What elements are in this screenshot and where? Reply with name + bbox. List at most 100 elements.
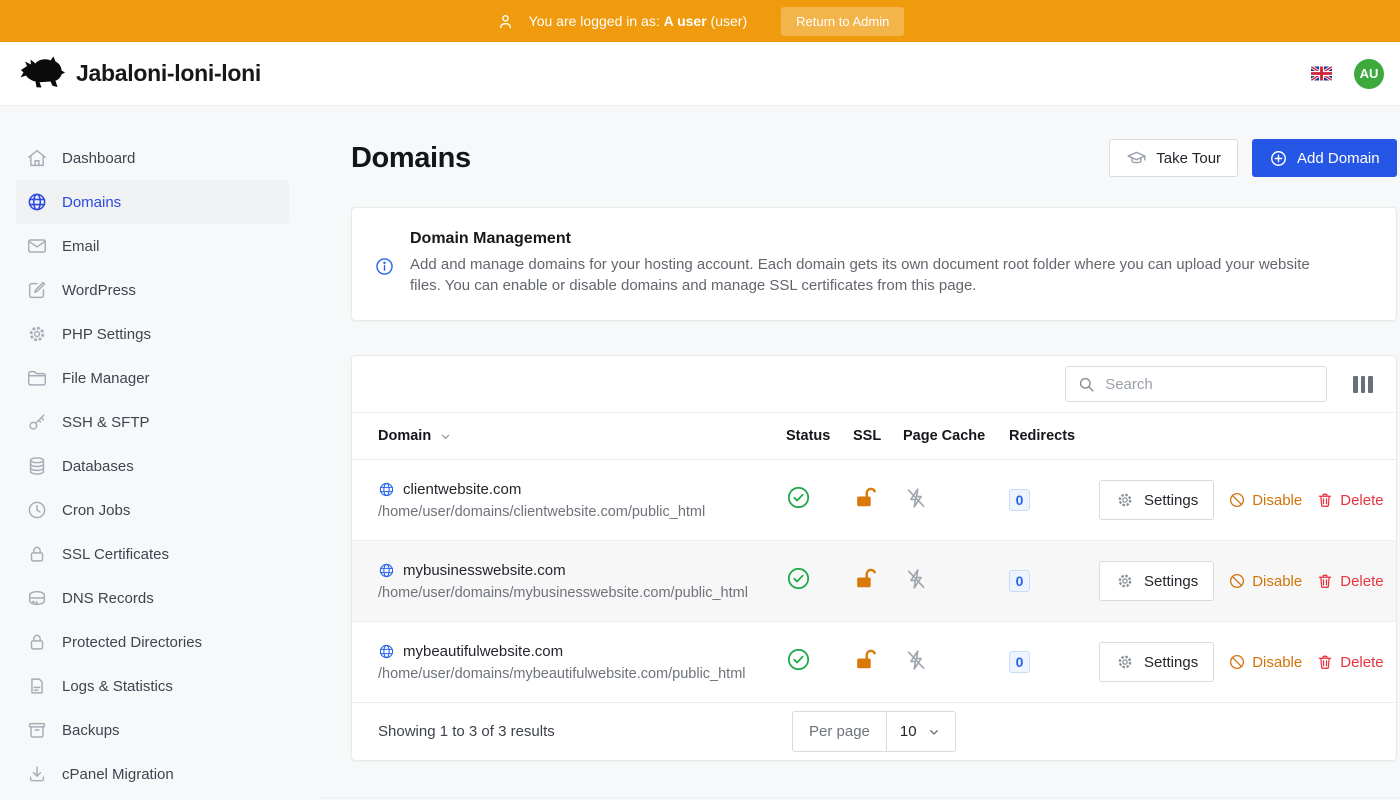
return-to-admin-button[interactable]: Return to Admin (781, 7, 904, 36)
delete-button[interactable]: Delete (1316, 572, 1383, 590)
lock-icon (26, 543, 48, 565)
sidebar-item-databases[interactable]: Databases (16, 444, 289, 488)
info-icon (374, 256, 395, 296)
settings-button[interactable]: Settings (1099, 480, 1214, 520)
sidebar-item-label: Protected Directories (62, 634, 202, 651)
sidebar-item-label: File Manager (62, 370, 150, 387)
domain-path: /home/user/domains/mybeautifulwebsite.co… (378, 666, 786, 682)
take-tour-button[interactable]: Take Tour (1109, 139, 1238, 177)
sidebar-item-label: Cron Jobs (62, 502, 130, 519)
add-domain-button[interactable]: Add Domain (1252, 139, 1397, 177)
column-header-domain[interactable]: Domain (352, 428, 786, 444)
sidebar-item-backups[interactable]: Backups (16, 708, 289, 752)
globe-icon (378, 643, 395, 660)
sidebar-item-dns-records[interactable]: DNS Records (16, 576, 289, 620)
sidebar-item-ssl-certificates[interactable]: SSL Certificates (16, 532, 289, 576)
document-icon (26, 675, 48, 697)
mail-icon (26, 235, 48, 257)
sidebar-item-label: SSL Certificates (62, 546, 169, 563)
sidebar-item-label: SSH & SFTP (62, 414, 150, 431)
per-page-value: 10 (900, 723, 917, 740)
column-header-status: Status (786, 428, 853, 444)
trash-icon (1316, 572, 1334, 590)
sidebar-item-dashboard[interactable]: Dashboard (16, 136, 289, 180)
sidebar-item-label: DNS Records (62, 590, 154, 607)
banner-prefix: You are logged in as: (529, 13, 660, 29)
sidebar-item-ssh-sftp[interactable]: SSH & SFTP (16, 400, 289, 444)
trash-icon (1316, 491, 1334, 509)
table-footer: Showing 1 to 3 of 3 results Per page 10 (352, 703, 1396, 760)
settings-button[interactable]: Settings (1099, 561, 1214, 601)
sidebar-item-protected-directories[interactable]: Protected Directories (16, 620, 289, 664)
ban-icon (1228, 491, 1246, 509)
sidebar-item-label: Databases (62, 458, 134, 475)
user-avatar[interactable]: AU (1354, 59, 1384, 89)
sidebar-item-wordpress[interactable]: WordPress (16, 268, 289, 312)
brand-title: Jabaloni-loni-loni (76, 60, 261, 87)
domain-name[interactable]: mybeautifulwebsite.com (403, 643, 563, 660)
sidebar-item-file-manager[interactable]: File Manager (16, 356, 289, 400)
ban-icon (1228, 653, 1246, 671)
column-header-redirects: Redirects (1009, 428, 1099, 444)
brand[interactable]: Jabaloni-loni-loni (16, 51, 261, 96)
banner-user-role: (user) (711, 13, 748, 29)
page-cache-disabled-icon[interactable] (903, 485, 929, 511)
globe-icon (378, 562, 395, 579)
columns-toggle-icon[interactable] (1353, 376, 1372, 393)
take-tour-label: Take Tour (1156, 150, 1221, 167)
sidebar-item-label: WordPress (62, 282, 136, 299)
info-box-description: Add and manage domains for your hosting … (410, 255, 1320, 296)
chevron-down-icon (926, 724, 942, 740)
search-input[interactable] (1105, 376, 1315, 393)
disable-button[interactable]: Disable (1228, 572, 1302, 590)
disable-button[interactable]: Disable (1228, 653, 1302, 671)
domain-name[interactable]: mybusinesswebsite.com (403, 562, 566, 579)
redirects-count-badge[interactable]: 0 (1009, 651, 1030, 673)
language-flag-icon[interactable] (1311, 66, 1332, 81)
banner-text: You are logged in as: A user (user) (529, 13, 747, 29)
domain-path: /home/user/domains/mybusinesswebsite.com… (378, 585, 786, 601)
per-page-select[interactable]: Per page 10 (792, 711, 956, 752)
home-icon (26, 147, 48, 169)
domain-management-info-box: Domain Management Add and manage domains… (351, 207, 1397, 321)
table-row: clientwebsite.com /home/user/domains/cli… (352, 460, 1396, 541)
info-box-title: Domain Management (410, 230, 1320, 248)
status-enabled-icon (786, 485, 811, 510)
globe-icon (378, 481, 395, 498)
ssl-unlocked-icon[interactable] (853, 566, 878, 591)
table-header-row: Domain Status SSL Page Cache Redirects (352, 413, 1396, 460)
sidebar: Dashboard Domains Email WordPress (0, 106, 320, 800)
sidebar-item-domains[interactable]: Domains (16, 180, 289, 224)
disable-button[interactable]: Disable (1228, 491, 1302, 509)
boar-logo-icon (16, 51, 66, 96)
sidebar-item-cpanel-migration[interactable]: cPanel Migration (16, 752, 289, 796)
sidebar-item-cron-jobs[interactable]: Cron Jobs (16, 488, 289, 532)
ban-icon (1228, 572, 1246, 590)
app-header: Jabaloni-loni-loni AU (0, 42, 1400, 106)
domains-table: Domain Status SSL Page Cache Redirects c… (351, 355, 1397, 761)
delete-button[interactable]: Delete (1316, 491, 1383, 509)
redirects-count-badge[interactable]: 0 (1009, 570, 1030, 592)
sidebar-item-logs-statistics[interactable]: Logs & Statistics (16, 664, 289, 708)
delete-button[interactable]: Delete (1316, 653, 1383, 671)
redirects-count-badge[interactable]: 0 (1009, 489, 1030, 511)
lock-icon (26, 631, 48, 653)
ssl-unlocked-icon[interactable] (853, 485, 878, 510)
database-icon (26, 455, 48, 477)
search-icon (1077, 375, 1096, 394)
ssl-unlocked-icon[interactable] (853, 647, 878, 672)
settings-button[interactable]: Settings (1099, 642, 1214, 682)
main-content: Domains Take Tour Add Domain (320, 106, 1400, 800)
globe-icon (26, 191, 48, 213)
page-cache-disabled-icon[interactable] (903, 566, 929, 592)
trash-icon (1316, 653, 1334, 671)
sidebar-item-email[interactable]: Email (16, 224, 289, 268)
domain-name[interactable]: clientwebsite.com (403, 481, 521, 498)
sidebar-item-label: Logs & Statistics (62, 678, 173, 695)
add-domain-label: Add Domain (1297, 150, 1380, 167)
page-cache-disabled-icon[interactable] (903, 647, 929, 673)
download-icon (26, 763, 48, 785)
per-page-label: Per page (793, 712, 887, 751)
sidebar-item-php-settings[interactable]: PHP Settings (16, 312, 289, 356)
key-icon (26, 411, 48, 433)
